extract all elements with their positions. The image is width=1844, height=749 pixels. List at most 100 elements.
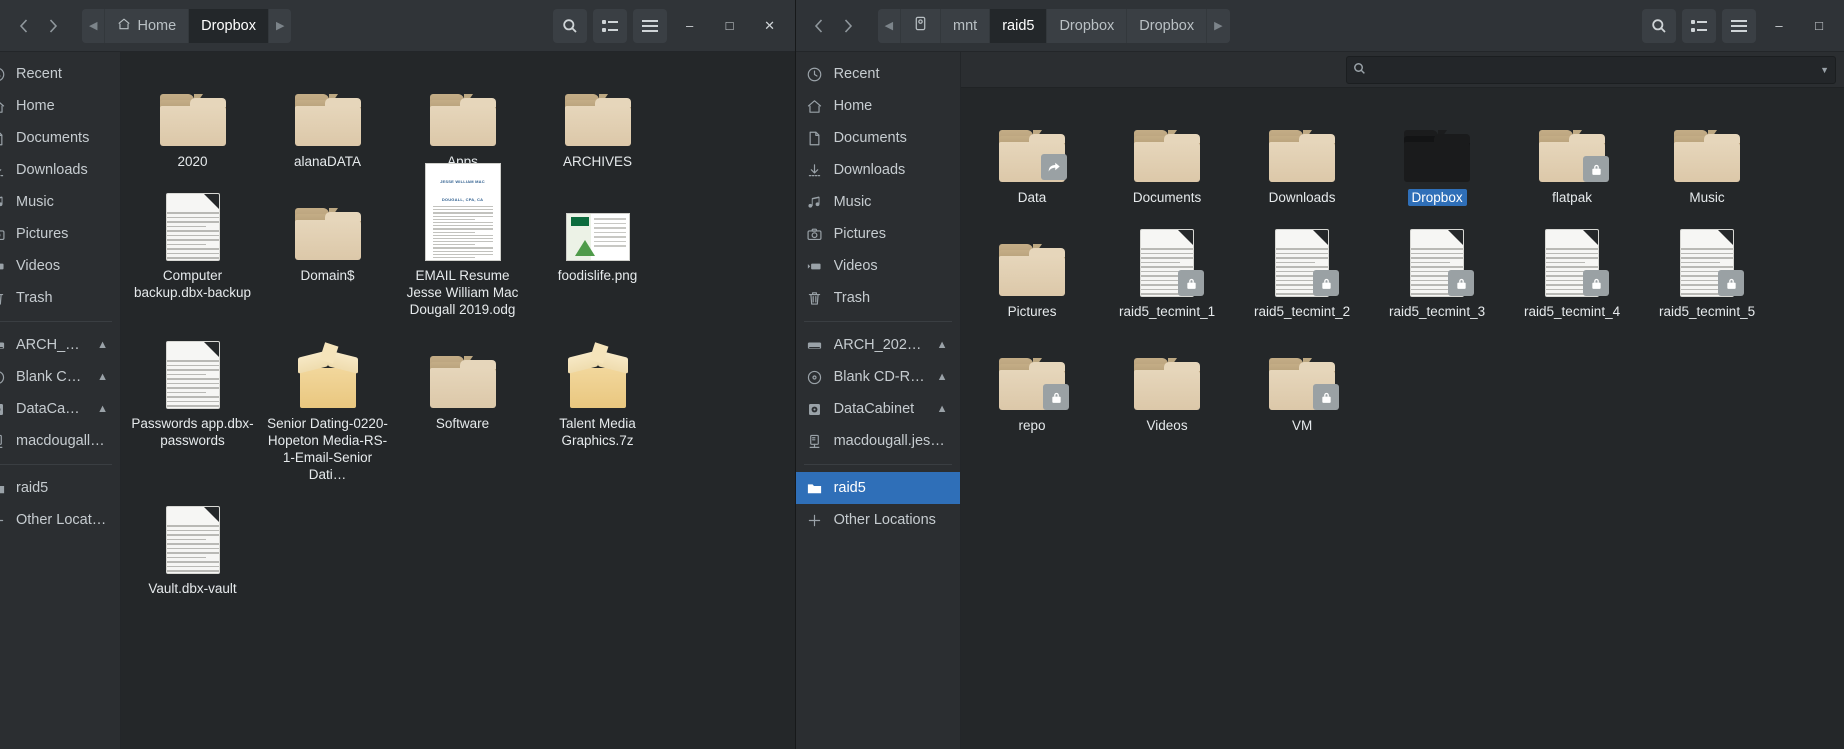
sidebar-item-arch-202010[interactable]: ARCH_202010▲ <box>796 329 960 361</box>
sidebar-item-documents[interactable]: Documents <box>0 122 120 154</box>
file-item-videos[interactable]: Videos <box>1100 330 1235 444</box>
sidebar-item-trash[interactable]: Trash <box>0 282 120 314</box>
breadcrumb-home[interactable]: Home <box>105 9 189 43</box>
file-item-raid5-tecmint-4[interactable]: raid5_tecmint_4 <box>1505 216 1640 330</box>
file-item-documents[interactable]: Documents <box>1100 102 1235 216</box>
sidebar-item-music[interactable]: Music <box>0 186 120 218</box>
sidebar-item-videos[interactable]: Videos <box>0 250 120 282</box>
file-item-senior-dating-0220-hopeton-media-r[interactable]: Senior Dating-0220-Hopeton Media-RS-1-Em… <box>260 328 395 493</box>
left-sidebar[interactable]: Recent HomeDocumentsDownloadsMusic Picture… <box>0 52 121 749</box>
chevron-down-icon[interactable]: ▼ <box>1820 65 1829 75</box>
file-item-vm[interactable]: VM <box>1235 330 1370 444</box>
sidebar-item-other-locations[interactable]: Other Locations <box>796 504 960 536</box>
search-icon[interactable] <box>1642 9 1676 43</box>
sidebar-item-macdougall-jesse[interactable]: macdougall.jesse… <box>0 425 120 457</box>
right-sidebar[interactable]: RecentHomeDocumentsDownloadsMusicPicture… <box>796 52 961 749</box>
file-item-data[interactable]: Data <box>965 102 1100 216</box>
sidebar-item-label: Pictures <box>16 226 68 242</box>
file-item-talent-media-graphics-7z[interactable]: Talent Media Graphics.7z <box>530 328 665 493</box>
sidebar-item-pictures[interactable]: Pictures <box>796 218 960 250</box>
sidebar-item-arch-202010[interactable]: ARCH_202010▲ <box>0 329 120 361</box>
breadcrumb-next-icon[interactable]: ▶ <box>1207 9 1229 43</box>
file-item-flatpak[interactable]: flatpak <box>1505 102 1640 216</box>
eject-icon[interactable]: ▲ <box>937 339 948 351</box>
sidebar-item-datacabinet[interactable]: DataCabinet▲ <box>796 393 960 425</box>
file-item-raid5-tecmint-3[interactable]: raid5_tecmint_3 <box>1370 216 1505 330</box>
sidebar-item-documents[interactable]: Documents <box>796 122 960 154</box>
back-button[interactable] <box>804 10 834 42</box>
breadcrumb-next-icon[interactable]: ▶ <box>269 9 291 43</box>
eject-icon[interactable]: ▲ <box>937 403 948 415</box>
file-item-downloads[interactable]: Downloads <box>1235 102 1370 216</box>
breadcrumb-raid5[interactable]: raid5 <box>990 9 1047 43</box>
close-button[interactable]: ✕ <box>753 9 787 43</box>
maximize-button[interactable]: □ <box>713 9 747 43</box>
breadcrumb-dropbox[interactable]: Dropbox <box>189 9 269 43</box>
breadcrumb-prev-icon[interactable]: ◀ <box>878 9 901 43</box>
sidebar-item-raid5[interactable]: raid5 <box>0 472 120 504</box>
file-item-dropbox[interactable]: Dropbox <box>1370 102 1505 216</box>
file-item-pictures[interactable]: Pictures <box>965 216 1100 330</box>
file-item-alanadata[interactable]: alanaDATA <box>260 66 395 180</box>
sidebar-item-label: Recent <box>16 66 62 82</box>
sidebar-item-datacabinet[interactable]: DataCabinet▲ <box>0 393 120 425</box>
file-icon <box>426 72 500 146</box>
sidebar-item-recent[interactable]: Recent <box>796 58 960 90</box>
file-item-raid5-tecmint-2[interactable]: raid5_tecmint_2 <box>1235 216 1370 330</box>
forward-button[interactable] <box>38 10 68 42</box>
back-button[interactable] <box>8 10 38 42</box>
sidebar-item-home[interactable]: Home <box>796 90 960 122</box>
breadcrumb-mnt[interactable]: mnt <box>941 9 990 43</box>
hamburger-menu-icon[interactable] <box>633 9 667 43</box>
list-view-icon[interactable] <box>593 9 627 43</box>
sidebar-item-recent[interactable]: Recent <box>0 58 120 90</box>
right-file-grid[interactable]: DataDocumentsDownloadsDropboxflatpakMusi… <box>961 88 1844 444</box>
breadcrumb-dropbox-1[interactable]: Dropbox <box>1047 9 1127 43</box>
lock-icon <box>1718 270 1744 296</box>
file-item-passwords-app-dbx-passwords[interactable]: Passwords app.dbx-passwords <box>125 328 260 493</box>
eject-icon[interactable]: ▲ <box>97 403 108 415</box>
eject-icon[interactable]: ▲ <box>97 371 108 383</box>
eject-icon[interactable]: ▲ <box>937 371 948 383</box>
file-item-computer-backup-dbx-backup[interactable]: Computer backup.dbx-backup <box>125 180 260 328</box>
file-item-domain[interactable]: Domain$ <box>260 180 395 328</box>
file-item-email-resume-jesse-william-mac-dou[interactable]: JESSE WILLIAM MAC DOUGALL, CPA, CAEMAIL … <box>395 180 530 328</box>
left-file-grid[interactable]: 2020alanaDATAAppsARCHIVES Computer backup… <box>121 52 795 607</box>
file-item-repo[interactable]: repo <box>965 330 1100 444</box>
sidebar-item-videos[interactable]: Videos <box>796 250 960 282</box>
breadcrumb-device[interactable] <box>901 9 941 43</box>
download-icon <box>806 161 824 179</box>
forward-button[interactable] <box>834 10 864 42</box>
sidebar-item-downloads[interactable]: Downloads <box>0 154 120 186</box>
breadcrumb-dropbox-2[interactable]: Dropbox <box>1127 9 1207 43</box>
breadcrumb-prev-icon[interactable]: ◀ <box>82 9 105 43</box>
sidebar-item-macdougall-jesse[interactable]: macdougall.jesse… <box>796 425 960 457</box>
minimize-button[interactable]: – <box>673 9 707 43</box>
sidebar-item-other-locations[interactable]: Other Locations <box>0 504 120 536</box>
sidebar-item-raid5[interactable]: raid5 <box>796 472 960 504</box>
sidebar-item-trash[interactable]: Trash <box>796 282 960 314</box>
search-input[interactable]: ▼ <box>1346 56 1836 84</box>
sidebar-item-home[interactable]: Home <box>0 90 120 122</box>
sidebar-item-music[interactable]: Music <box>796 186 960 218</box>
search-icon[interactable] <box>553 9 587 43</box>
sidebar-item-blank-cd-r-d[interactable]: Blank CD-R D…▲ <box>0 361 120 393</box>
sidebar-item-pictures[interactable]: Pictures <box>0 218 120 250</box>
minimize-button[interactable]: – <box>1762 9 1796 43</box>
file-item-archives[interactable]: ARCHIVES <box>530 66 665 180</box>
file-item-vault-dbx-vault[interactable]: Vault.dbx-vault <box>125 493 260 607</box>
file-item-raid5-tecmint-5[interactable]: raid5_tecmint_5 <box>1640 216 1775 330</box>
file-item-foodislife-png[interactable]: foodislife.png <box>530 180 665 328</box>
file-item-2020[interactable]: 2020 <box>125 66 260 180</box>
archive-box-icon <box>296 346 360 408</box>
list-view-icon[interactable] <box>1682 9 1716 43</box>
maximize-button[interactable]: □ <box>1802 9 1836 43</box>
sidebar-item-blank-cd-r-d[interactable]: Blank CD-R D…▲ <box>796 361 960 393</box>
eject-icon[interactable]: ▲ <box>97 339 108 351</box>
file-item-raid5-tecmint-1[interactable]: raid5_tecmint_1 <box>1100 216 1235 330</box>
file-item-music[interactable]: Music <box>1640 102 1775 216</box>
file-item-software[interactable]: Software <box>395 328 530 493</box>
sidebar-item-downloads[interactable]: Downloads <box>796 154 960 186</box>
file-item-apps[interactable]: Apps <box>395 66 530 180</box>
hamburger-menu-icon[interactable] <box>1722 9 1756 43</box>
